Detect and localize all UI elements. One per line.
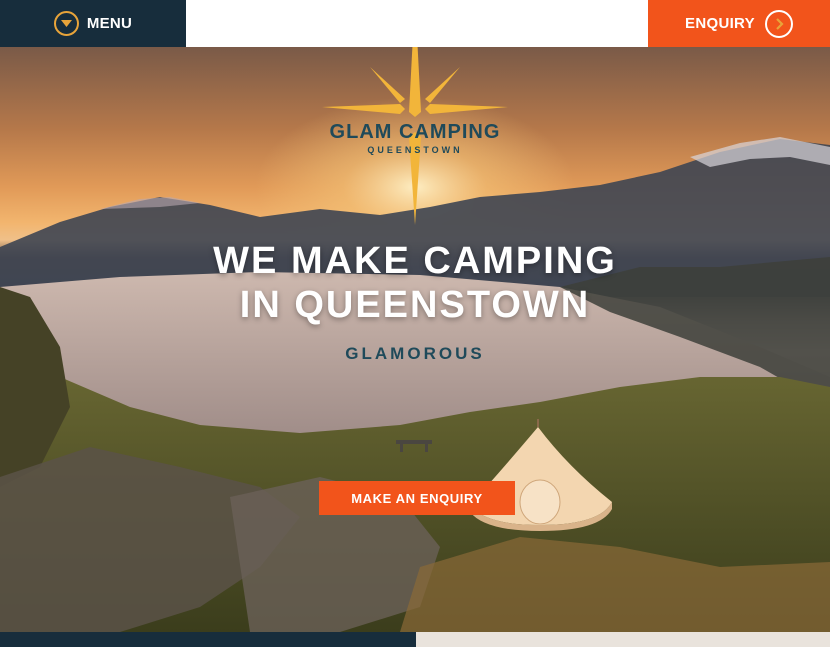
logo-subtitle: QUEENSTOWN bbox=[367, 145, 463, 155]
enquiry-button[interactable]: ENQUIRY bbox=[648, 0, 830, 47]
headline-line-2: IN QUEENSTOWN bbox=[239, 284, 591, 326]
menu-label: MENU bbox=[86, 15, 133, 32]
hero-section: GLAM CAMPING QUEENSTOWN WE MAKE CAMPING … bbox=[0, 47, 830, 632]
top-bar: MENU ENQUIRY bbox=[0, 0, 830, 47]
hero-tagline: GLAMOROUS bbox=[345, 344, 485, 363]
next-section-left bbox=[0, 632, 416, 647]
chevron-down-icon bbox=[53, 11, 79, 36]
menu-button[interactable]: MENU bbox=[0, 0, 186, 47]
chevron-right-icon bbox=[764, 9, 793, 38]
logo-title: GLAM CAMPING bbox=[329, 121, 501, 143]
make-enquiry-button[interactable]: MAKE AN ENQUIRY bbox=[319, 481, 515, 515]
headline-line-1: WE MAKE CAMPING bbox=[213, 240, 617, 282]
hero-headline: WE MAKE CAMPING IN QUEENSTOWN bbox=[0, 239, 830, 327]
enquiry-label: ENQUIRY bbox=[685, 15, 755, 32]
next-section-right bbox=[416, 632, 830, 647]
